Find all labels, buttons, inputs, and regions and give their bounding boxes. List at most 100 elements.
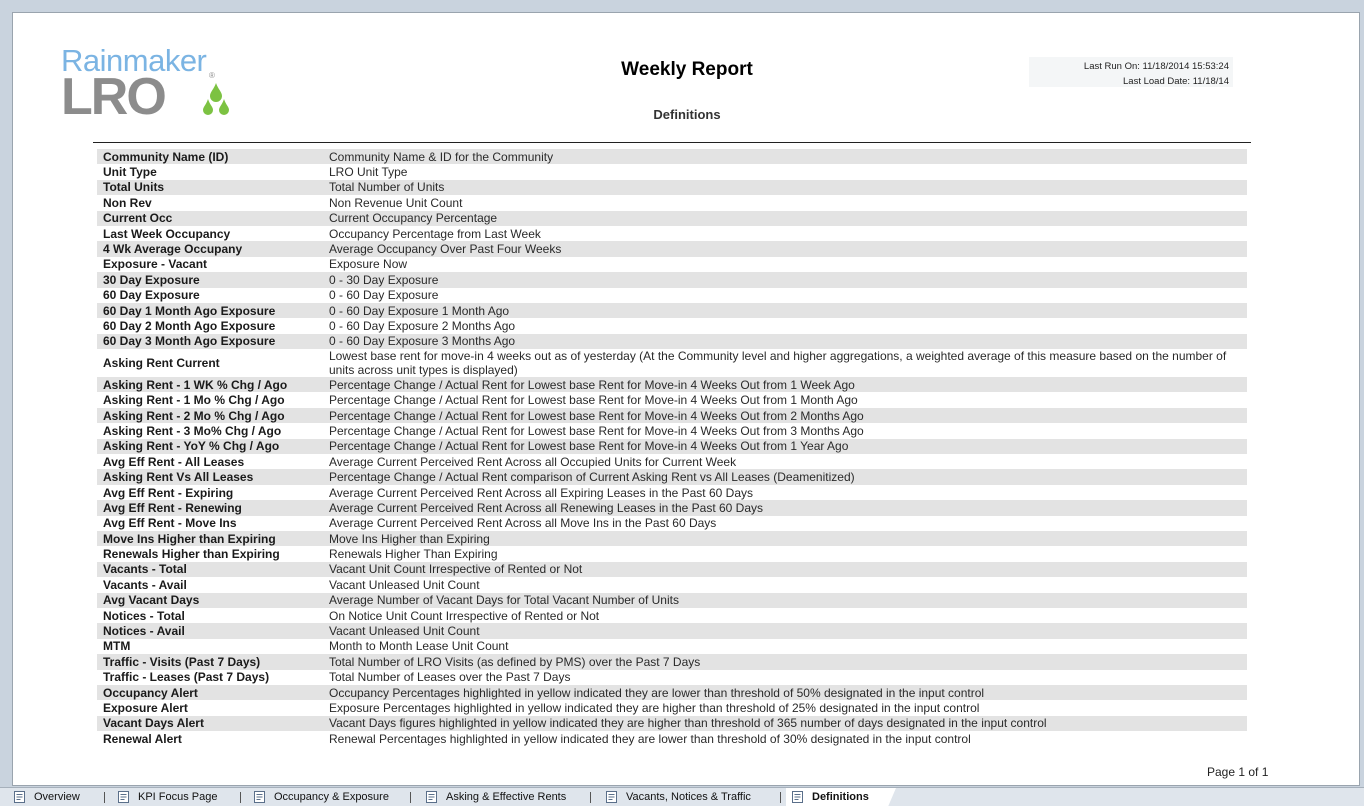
tab-vacants-notices-traffic[interactable]: Vacants, Notices & Traffic (600, 788, 782, 806)
definition-row: Avg Eff Rent - All Leases Average Current… (97, 454, 1247, 469)
tab-overview[interactable]: Overview (8, 788, 104, 806)
definition-description: Vacant Days figures highlighted in yello… (321, 715, 1247, 732)
definition-term: Asking Rent - 3 Mo% Chg / Ago (103, 423, 282, 438)
tab-label: Overview (34, 791, 80, 803)
tab-label: KPI Focus Page (138, 791, 218, 803)
definition-description: Month to Month Lease Unit Count (329, 639, 509, 654)
definition-description: Percentage Change / Actual Rent for Lowe… (329, 423, 864, 438)
last-run-text: Last Run On: 11/18/2014 15:53:24 (1083, 61, 1229, 72)
definition-row: Current Occ Current Occupancy Percentage (97, 210, 1247, 226)
definition-description: On Notice Unit Count Irrespective of Ren… (329, 608, 600, 623)
definition-term: 30 Day Exposure (97, 272, 321, 288)
report-page-icon (606, 791, 617, 803)
definition-term: Asking Rent - 1 Mo % Chg / Ago (103, 393, 285, 408)
definition-row: 60 Day Exposure 0 - 60 Day Exposure (97, 288, 1247, 303)
definition-description: 0 - 60 Day Exposure 1 Month Ago (321, 302, 1247, 319)
tab-label: Asking & Effective Rents (446, 791, 567, 803)
definition-term: Occupancy Alert (97, 684, 321, 701)
definition-term: Asking Rent - YoY % Chg / Ago (97, 438, 321, 455)
tab-kpi-focus-page[interactable]: KPI Focus Page (112, 788, 242, 806)
definition-description: Non Revenue Unit Count (329, 195, 463, 210)
definition-row: Vacant Days Alert Vacant Days figures hig… (97, 715, 1247, 732)
definition-description: Percentage Change / Actual Rent for Lowe… (321, 377, 1247, 393)
report-subtitle: Definitions (653, 107, 721, 122)
report-page-icon (118, 791, 129, 803)
tab-separator (240, 792, 241, 803)
definition-description: Vacant Unleased Unit Count (321, 623, 1247, 639)
report-tab-bar: Overview KPI Focus Page Occupancy & Exposu… (0, 787, 1364, 806)
definition-term: 60 Day Exposure (103, 288, 200, 303)
definition-description: Vacant Unit Count Irrespective of Rented… (321, 561, 1247, 578)
definition-term: Exposure - Vacant (103, 257, 208, 272)
definition-row: Avg Eff Rent - Expiring Average Current P… (97, 485, 1247, 500)
definition-description: Vacant Unleased Unit Count (329, 577, 480, 592)
definition-row: Avg Vacant Days Average Number of Vacant … (97, 592, 1247, 608)
definition-description: 0 - 60 Day Exposure 3 Months Ago (321, 333, 1247, 350)
definition-description: Average Number of Vacant Days for Total … (321, 592, 1247, 608)
definition-description: 0 - 30 Day Exposure (321, 272, 1247, 288)
definition-row: Asking Rent - YoY % Chg / Ago Percentage … (97, 438, 1247, 455)
definition-description: Renewal Percentages highlighted in yello… (329, 731, 971, 746)
definitions-table: Community Name (ID) Community Name & ID f… (97, 149, 1247, 746)
definition-term: Renewal Alert (103, 731, 182, 746)
definition-description: Total Number of LRO Visits (as defined b… (321, 654, 1247, 670)
definition-row: Vacants - Avail Vacant Unleased Unit Coun… (97, 577, 1247, 592)
tab-separator (590, 792, 591, 803)
definition-term: Last Week Occupancy (103, 226, 231, 241)
definition-row: Asking Rent - 3 Mo% Chg / Ago Percentage … (97, 423, 1247, 438)
definition-row: Asking Rent - 1 WK % Chg / Ago Percentage… (97, 377, 1247, 393)
tab-asking-effective-rents[interactable]: Asking & Effective Rents (420, 788, 590, 806)
tab-definitions[interactable]: Definitions (786, 788, 896, 806)
definition-description: Average Current Perceived Rent Across al… (329, 516, 717, 531)
tab-separator (104, 792, 105, 803)
definition-term: Avg Eff Rent - Expiring (103, 485, 234, 500)
definition-row: Vacants - Total Vacant Unit Count Irrespe… (97, 561, 1247, 578)
definition-row: Exposure Alert Exposure Percentages highl… (97, 700, 1247, 715)
definition-description: Percentage Change / Actual Rent comparis… (321, 469, 1247, 485)
definition-description: Exposure Percentages highlighted in yell… (329, 700, 980, 715)
definition-row: Community Name (ID) Community Name & ID f… (97, 149, 1247, 165)
definition-row: 60 Day 2 Month Ago Exposure 0 - 60 Day Ex… (97, 318, 1247, 333)
definition-term: Asking Rent - 1 WK % Chg / Ago (97, 377, 321, 393)
definition-description: Total Number of Leases over the Past 7 D… (329, 670, 571, 685)
definition-row: 60 Day 1 Month Ago Exposure 0 - 60 Day Ex… (97, 302, 1247, 319)
definition-row: Renewals Higher than Expiring Renewals Hi… (97, 546, 1247, 561)
definition-term: Avg Vacant Days (97, 592, 321, 608)
definition-term: Asking Rent Vs All Leases (97, 469, 321, 485)
definition-term: Unit Type (103, 165, 157, 180)
report-page-icon (426, 791, 437, 803)
definition-term: Asking Rent - 2 Mo % Chg / Ago (97, 407, 321, 424)
definition-term: MTM (103, 639, 131, 654)
tab-occupancy-exposure[interactable]: Occupancy & Exposure (248, 788, 412, 806)
definition-description: 0 - 60 Day Exposure 2 Months Ago (329, 318, 516, 333)
definition-term: Current Occ (97, 210, 321, 226)
definition-description: Move Ins Higher than Expiring (321, 530, 1247, 547)
definition-description: Average Current Perceived Rent Across al… (329, 485, 753, 500)
report-page-icon (792, 791, 803, 803)
definition-description: Occupancy Percentages highlighted in yel… (321, 684, 1247, 701)
definition-term: 4 Wk Average Occupany (97, 241, 321, 257)
definition-description: Exposure Now (329, 257, 408, 272)
definition-row: Non Rev Non Revenue Unit Count (97, 195, 1247, 210)
definition-description: Total Number of Units (321, 179, 1247, 196)
definition-description: Average Occupancy Over Past Four Weeks (321, 241, 1247, 257)
definition-term: Exposure Alert (103, 700, 188, 715)
definition-row: Exposure - Vacant Exposure Now (97, 257, 1247, 272)
report-page-icon (254, 791, 265, 803)
definition-term: Vacant Days Alert (97, 715, 321, 732)
definition-term: Non Rev (103, 195, 152, 210)
definition-description: Lowest base rent for move-in 4 weeks out… (329, 349, 1227, 378)
tab-separator (780, 792, 781, 803)
definition-row: Asking Rent - 1 Mo % Chg / Ago Percentage… (97, 392, 1247, 407)
definition-term: Notices - Total (103, 608, 185, 623)
tab-separator (410, 792, 411, 803)
definition-description: 0 - 60 Day Exposure (329, 288, 439, 303)
definition-term: Avg Eff Rent - Move Ins (103, 516, 237, 531)
definition-row: 60 Day 3 Month Ago Exposure 0 - 60 Day Ex… (97, 333, 1247, 350)
definition-row: Notices - Total On Notice Unit Count Irre… (97, 608, 1247, 623)
definition-term: Asking Rent Current (103, 356, 220, 371)
definition-row: Renewal Alert Renewal Percentages highlig… (97, 731, 1247, 746)
definition-row: Avg Eff Rent - Move Ins Average Current P… (97, 516, 1247, 531)
run-info-box: Last Run On: 11/18/2014 15:53:24 Last Lo… (1029, 57, 1233, 87)
definition-term: Traffic - Visits (Past 7 Days) (97, 654, 321, 670)
